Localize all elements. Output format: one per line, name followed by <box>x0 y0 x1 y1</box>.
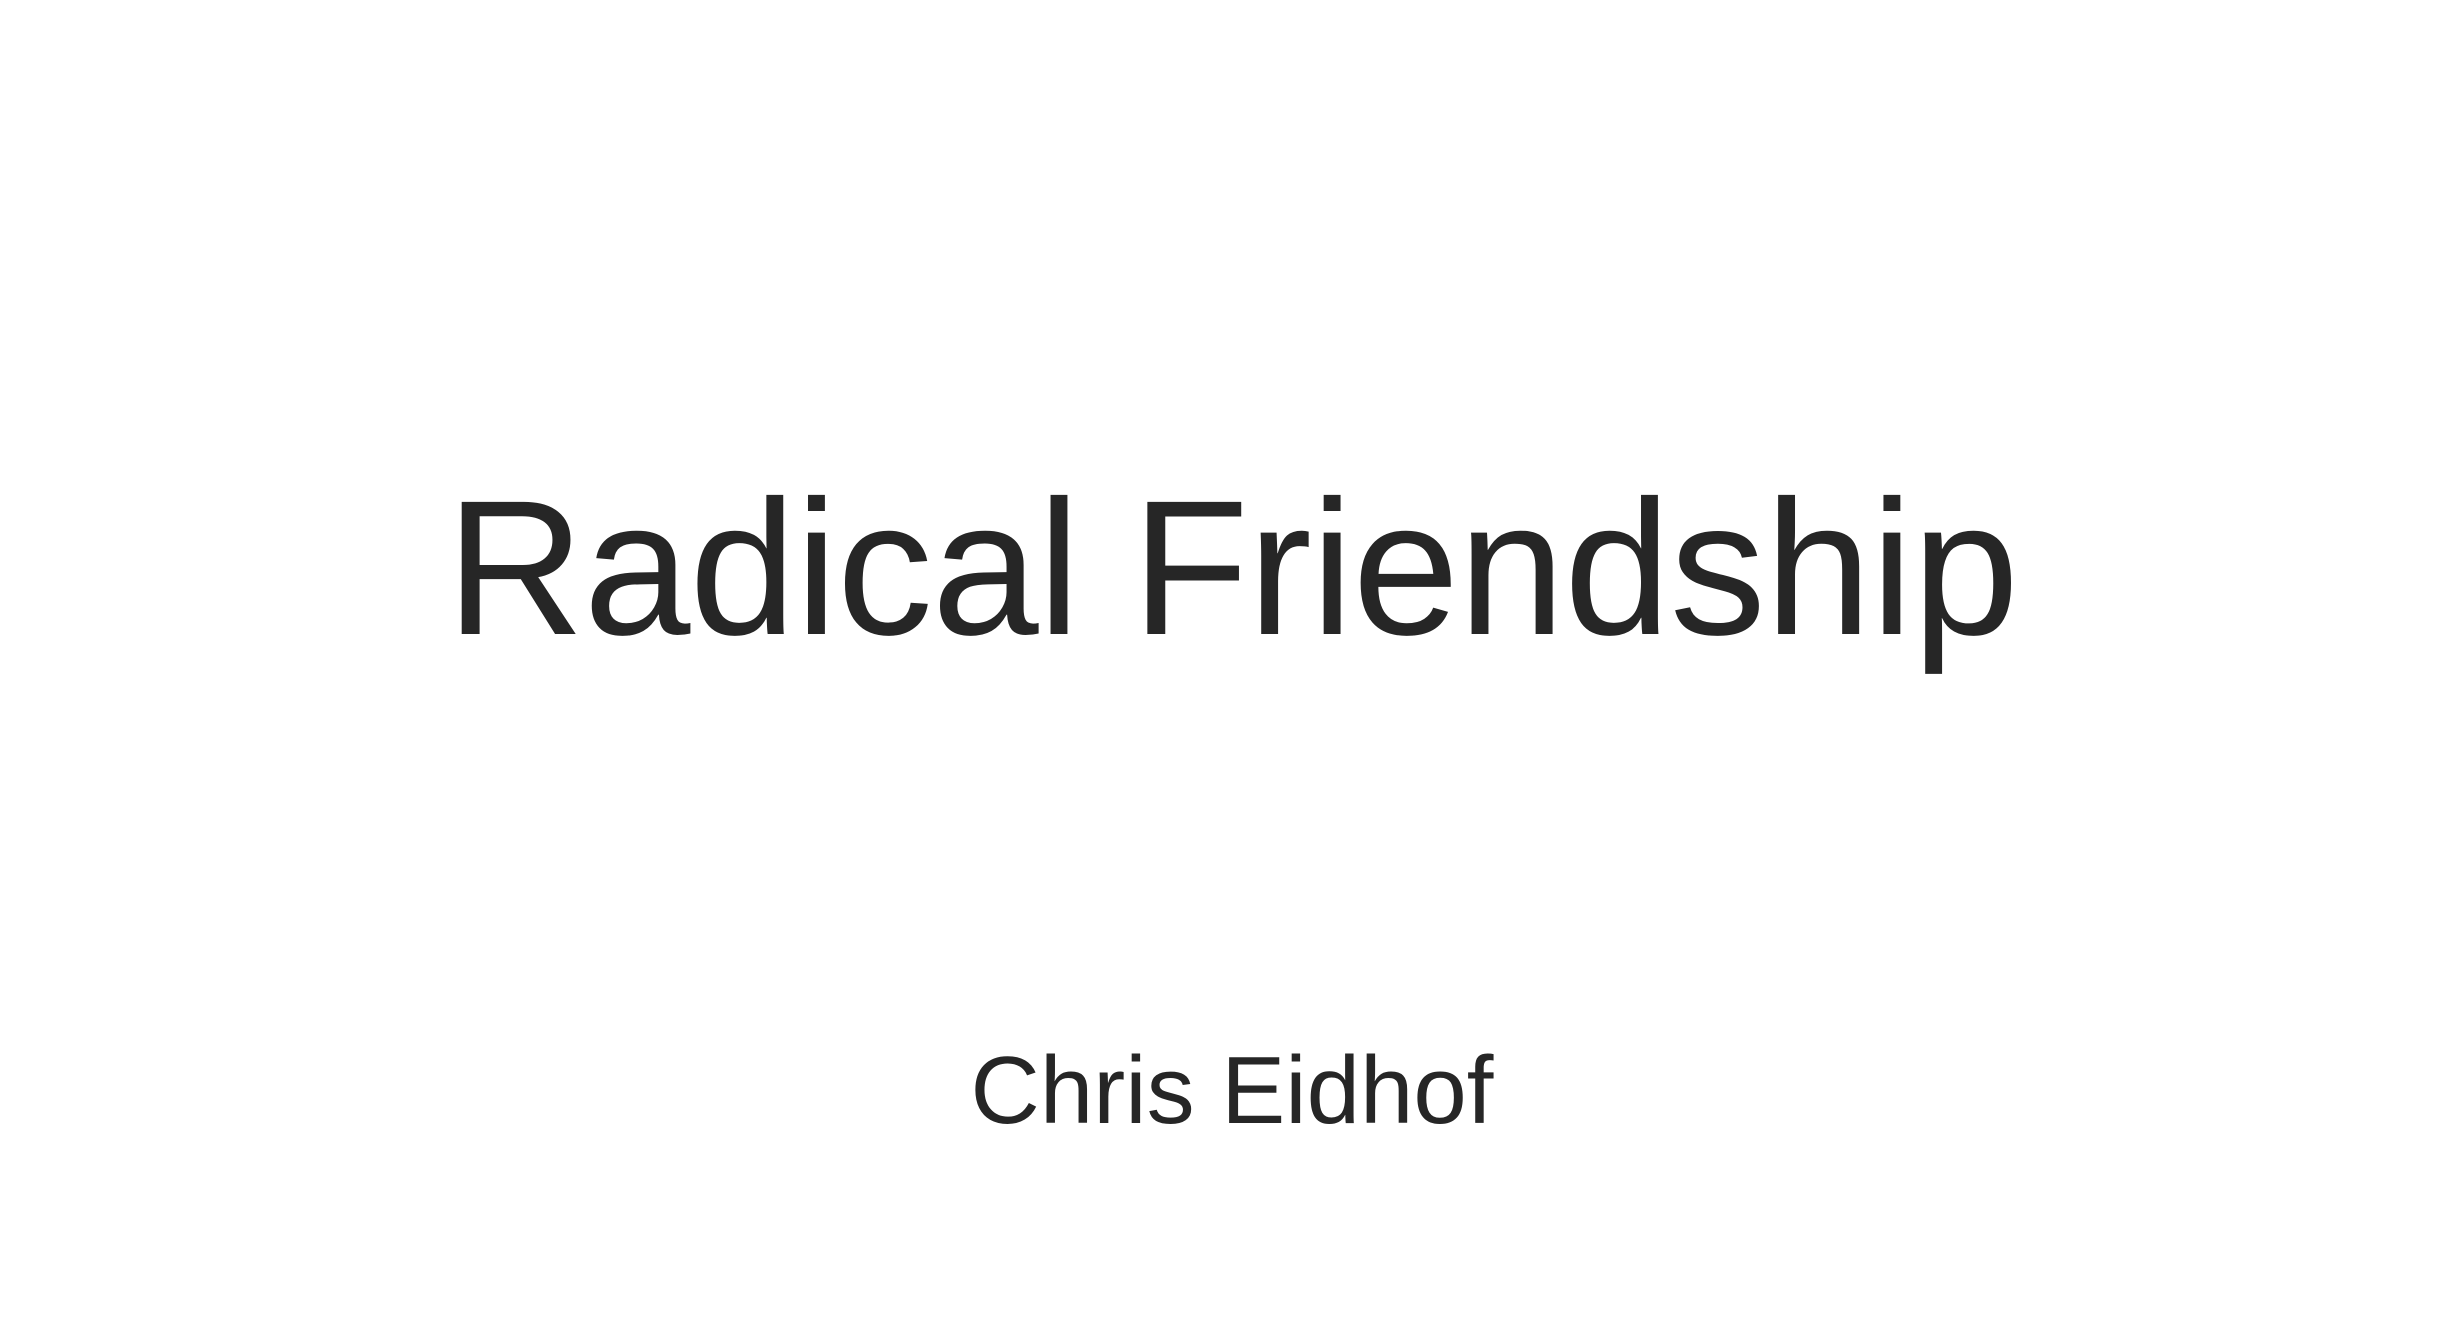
slide-author: Chris Eidhof <box>970 1037 1494 1144</box>
slide-title: Radical Friendship <box>445 460 2019 675</box>
